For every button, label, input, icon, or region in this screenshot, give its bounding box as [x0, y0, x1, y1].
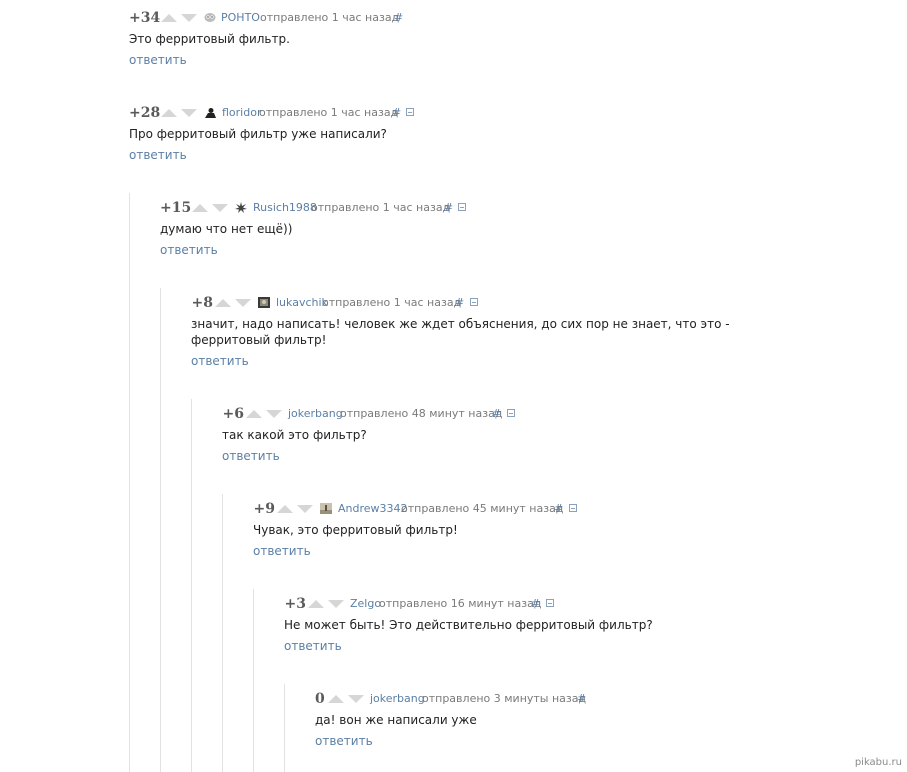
- comment-timestamp: отправлено 1 час назад: [259, 106, 399, 119]
- comment-timestamp: отправлено 1 час назад: [322, 296, 462, 309]
- comment-timestamp: отправлено 1 час назад: [260, 11, 400, 24]
- vote-up-icon[interactable]: [246, 410, 262, 418]
- collapse-icon[interactable]: [546, 599, 554, 607]
- comment-text: думаю что нет ещё)): [160, 222, 293, 236]
- vote-up-icon[interactable]: [161, 14, 177, 22]
- comment-text: Про ферритовый фильтр уже написали?: [129, 127, 387, 141]
- comment-permalink[interactable]: #: [392, 104, 401, 122]
- vote-down-icon[interactable]: [348, 695, 364, 703]
- comment-permalink[interactable]: #: [394, 9, 403, 27]
- comment-rating: 0: [315, 691, 325, 707]
- vote-down-icon[interactable]: [297, 505, 313, 513]
- avatar[interactable]: [320, 503, 332, 514]
- comment-timestamp: отправлено 16 минут назад: [379, 597, 542, 610]
- comment-timestamp: отправлено 1 час назад: [311, 201, 451, 214]
- comment-timestamp: отправлено 3 минуты назад: [422, 692, 587, 705]
- collapse-icon[interactable]: [458, 203, 466, 211]
- comment-header: +9 Andrew3342 отправлено 45 минут назад …: [253, 500, 577, 518]
- reply-link[interactable]: ответить: [129, 52, 187, 68]
- collapse-icon[interactable]: [470, 298, 478, 306]
- comment: +9 Andrew3342 отправлено 45 минут назад …: [253, 500, 577, 559]
- thread-line: [160, 288, 161, 772]
- comment-timestamp: отправлено 48 минут назад: [340, 407, 503, 420]
- comment-timestamp: отправлено 45 минут назад: [401, 502, 564, 515]
- reply-link[interactable]: ответить: [129, 147, 187, 163]
- vote-up-icon[interactable]: [308, 600, 324, 608]
- comment-permalink[interactable]: #: [492, 405, 501, 423]
- vote-down-icon[interactable]: [212, 204, 228, 212]
- comment-text: так какой это фильтр?: [222, 428, 367, 442]
- vote-up-icon[interactable]: [161, 109, 177, 117]
- comment-author[interactable]: Zelgo: [350, 595, 381, 613]
- comment-text: значит, надо написать! человек же ждет о…: [191, 317, 730, 347]
- vote-down-icon[interactable]: [181, 109, 197, 117]
- comment-rating: +34: [129, 10, 161, 26]
- collapse-icon[interactable]: [507, 409, 515, 417]
- comment-header: +34 POHTO отправлено 1 час назад #: [129, 9, 403, 27]
- comment-rating: +9: [253, 501, 275, 517]
- comment-header: +8 lukavchik отправлено 1 час назад #: [191, 294, 781, 312]
- comment-header: +28 floridor отправлено 1 час назад #: [129, 104, 414, 122]
- vote-down-icon[interactable]: [266, 410, 282, 418]
- vote-up-icon[interactable]: [192, 204, 208, 212]
- vote-up-icon[interactable]: [277, 505, 293, 513]
- vote-up-icon[interactable]: [215, 299, 231, 307]
- comment-rating: +28: [129, 105, 161, 121]
- comment-header: 0 jokerbang отправлено 3 минуты назад #: [315, 690, 586, 708]
- reply-link[interactable]: ответить: [315, 733, 373, 749]
- comment-author[interactable]: POHTO: [221, 9, 260, 27]
- collapse-icon[interactable]: [406, 108, 414, 116]
- comment-header: +6 jokerbang отправлено 48 минут назад #: [222, 405, 515, 423]
- comment: +15 Rusich1988 отправлено 1 час назад # …: [160, 199, 466, 258]
- vote-down-icon[interactable]: [181, 14, 197, 22]
- comment-author[interactable]: lukavchik: [276, 294, 328, 312]
- comment-rating: +6: [222, 406, 244, 422]
- reply-link[interactable]: ответить: [284, 638, 342, 654]
- thread-line: [253, 589, 254, 772]
- avatar[interactable]: [204, 12, 216, 23]
- thread-line: [222, 494, 223, 772]
- comment-text: Это ферритовый фильтр.: [129, 32, 290, 46]
- comment: +34 POHTO отправлено 1 час назад # Это ф…: [129, 9, 403, 68]
- comment-header: +15 Rusich1988 отправлено 1 час назад #: [160, 199, 466, 217]
- avatar[interactable]: [235, 202, 247, 213]
- comment: 0 jokerbang отправлено 3 минуты назад # …: [315, 690, 586, 749]
- comment-text: да! вон же написали уже: [315, 713, 477, 727]
- comment-permalink[interactable]: #: [554, 500, 563, 518]
- comment-author[interactable]: jokerbang: [370, 690, 425, 708]
- thread-line: [129, 193, 130, 772]
- reply-link[interactable]: ответить: [191, 353, 249, 369]
- vote-down-icon[interactable]: [235, 299, 251, 307]
- comment-permalink[interactable]: #: [577, 690, 586, 708]
- comment-text: Не может быть! Это действительно феррито…: [284, 618, 653, 632]
- vote-up-icon[interactable]: [328, 695, 344, 703]
- collapse-icon[interactable]: [569, 504, 577, 512]
- comment-rating: +3: [284, 596, 306, 612]
- avatar[interactable]: [204, 107, 216, 118]
- comment-permalink[interactable]: #: [531, 595, 540, 613]
- comment: +6 jokerbang отправлено 48 минут назад #…: [222, 405, 515, 464]
- comment-author[interactable]: Andrew3342: [338, 500, 408, 518]
- thread-line: [284, 684, 285, 772]
- comment-author[interactable]: jokerbang: [288, 405, 343, 423]
- comment-author[interactable]: Rusich1988: [253, 199, 317, 217]
- reply-link[interactable]: ответить: [253, 543, 311, 559]
- comment-author[interactable]: floridor: [222, 104, 261, 122]
- reply-link[interactable]: ответить: [222, 448, 280, 464]
- comment: +8 lukavchik отправлено 1 час назад # зн…: [191, 294, 781, 369]
- watermark: pikabu.ru: [854, 757, 902, 768]
- avatar[interactable]: [258, 297, 270, 308]
- comment-text: Чувак, это ферритовый фильтр!: [253, 523, 458, 537]
- comment-rating: +8: [191, 295, 213, 311]
- comment: +28 floridor отправлено 1 час назад # Пр…: [129, 104, 414, 163]
- comment-permalink[interactable]: #: [444, 199, 453, 217]
- vote-down-icon[interactable]: [328, 600, 344, 608]
- comment-header: +3 Zelgo отправлено 16 минут назад #: [284, 595, 653, 613]
- comment-rating: +15: [160, 200, 192, 216]
- reply-link[interactable]: ответить: [160, 242, 218, 258]
- comment-permalink[interactable]: #: [455, 294, 464, 312]
- thread-line: [191, 399, 192, 772]
- comment: +3 Zelgo отправлено 16 минут назад # Не …: [284, 595, 653, 654]
